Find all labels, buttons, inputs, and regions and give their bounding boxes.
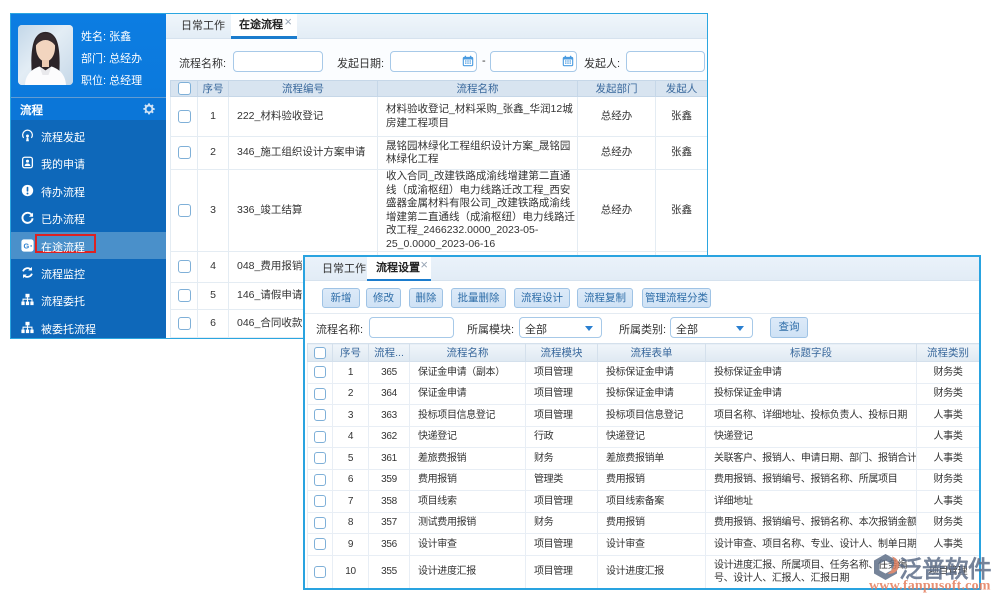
svg-text:G: G [23, 241, 29, 250]
